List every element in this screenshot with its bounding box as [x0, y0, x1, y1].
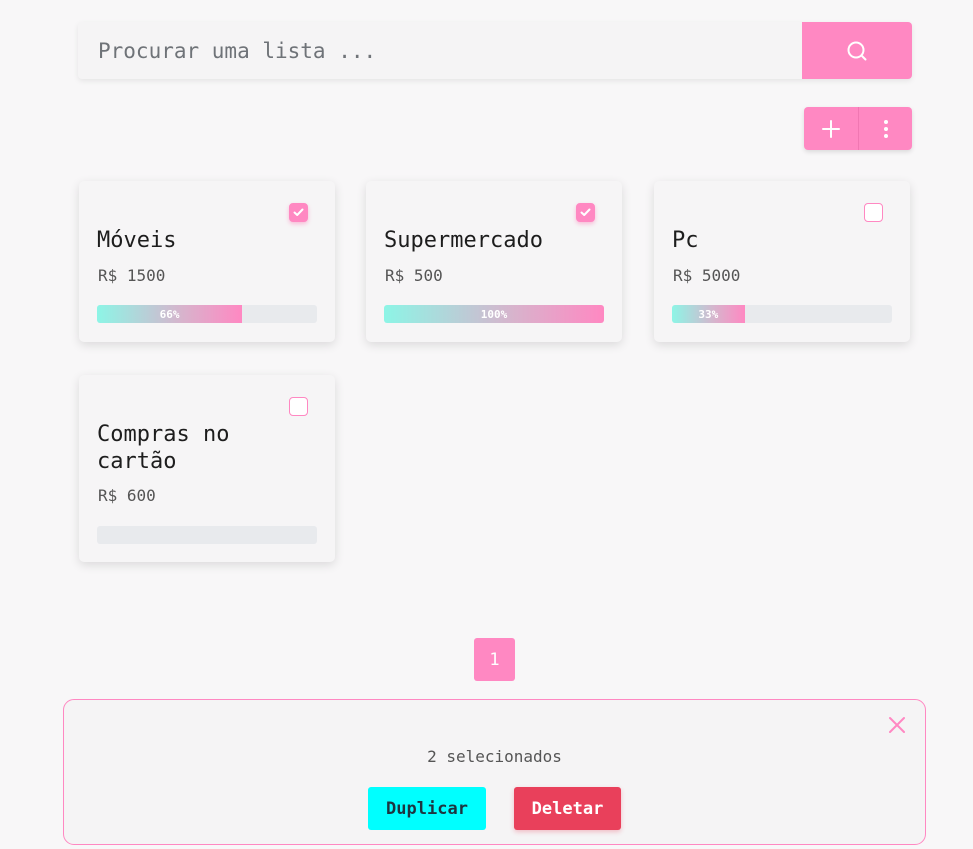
page-button[interactable]: 1	[474, 638, 515, 681]
add-list-button[interactable]	[804, 107, 858, 150]
progress-label: 100%	[480, 307, 508, 321]
search-bar	[78, 22, 912, 79]
check-icon	[580, 208, 591, 216]
more-vertical-icon	[883, 119, 888, 138]
search-button[interactable]	[802, 22, 912, 79]
selected-count: 2 selecionados	[427, 747, 562, 766]
list-toolbar	[804, 107, 912, 150]
plus-icon	[822, 119, 840, 138]
list-card[interactable]: Supermercado R$ 500 100%	[366, 181, 622, 342]
progress-label: 33%	[698, 307, 719, 321]
card-price: R$ 5000	[673, 266, 741, 285]
card-title: Supermercado	[384, 228, 543, 253]
selection-panel: 2 selecionados Duplicar Deletar	[63, 699, 926, 845]
card-title: Pc	[672, 228, 699, 253]
card-title: Móveis	[97, 228, 177, 253]
progress-fill: 33%	[672, 305, 745, 323]
check-icon	[293, 208, 304, 216]
card-checkbox[interactable]	[576, 203, 595, 222]
card-price: R$ 600	[98, 486, 156, 505]
progress-bar	[97, 526, 317, 544]
list-card[interactable]: Móveis R$ 1500 66%	[79, 181, 335, 342]
list-card[interactable]: Pc R$ 5000 33%	[654, 181, 910, 342]
progress-bar: 66%	[97, 305, 317, 323]
duplicate-button[interactable]: Duplicar	[368, 787, 486, 830]
card-checkbox[interactable]	[864, 203, 883, 222]
card-title: Compras no cartão	[97, 422, 230, 474]
progress-bar: 33%	[672, 305, 892, 323]
card-checkbox[interactable]	[289, 203, 308, 222]
card-price: R$ 1500	[98, 266, 166, 285]
progress-bar: 100%	[384, 305, 604, 323]
progress-fill: 66%	[97, 305, 243, 323]
search-input[interactable]	[78, 22, 802, 79]
more-options-button[interactable]	[858, 107, 912, 150]
search-icon	[847, 41, 867, 60]
list-card[interactable]: Compras no cartão R$ 600	[79, 375, 335, 562]
close-panel-button[interactable]	[887, 715, 907, 735]
delete-button[interactable]: Deletar	[514, 787, 621, 830]
progress-label: 66%	[159, 307, 180, 321]
card-checkbox[interactable]	[289, 397, 308, 416]
card-price: R$ 500	[385, 266, 443, 285]
close-icon	[889, 717, 905, 733]
progress-fill: 100%	[384, 305, 604, 323]
